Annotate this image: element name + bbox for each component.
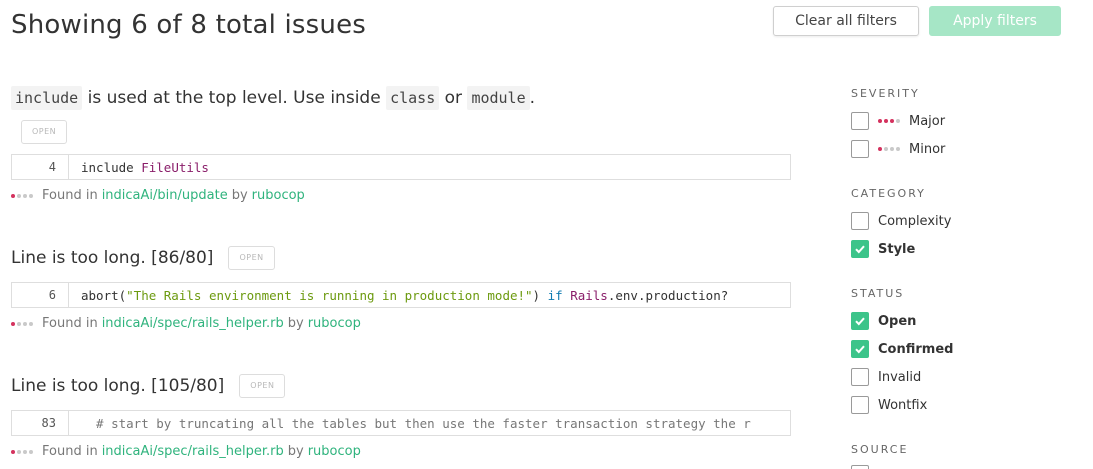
filter-severity-major[interactable]: Major [851,112,945,130]
file-path-link[interactable]: indicaAi/bin/update [102,188,228,203]
filter-status-confirmed[interactable]: Confirmed [851,340,953,358]
clear-all-filters-button[interactable]: Clear all filters [773,6,919,36]
filter-category-style[interactable]: Style [851,240,915,258]
status-badge: OPEN [228,246,275,270]
source-heading: SOURCE [851,443,909,456]
severity-dots-icon [11,321,35,326]
checkbox-checked-icon[interactable] [851,312,869,330]
checkbox-icon[interactable] [851,396,869,414]
apply-filters-button[interactable]: Apply filters [929,6,1061,36]
checkbox-icon[interactable] [851,465,869,469]
issue-item: Line is too long. [105/80] OPEN 83 # sta… [11,374,791,466]
severity-dots-icon [878,119,902,123]
line-number: 4 [12,155,69,179]
checkbox-icon[interactable] [851,368,869,386]
category-heading: CATEGORY [851,187,926,200]
issue-title[interactable]: Line is too long. [105/80] [11,375,224,397]
issue-title[interactable]: include is used at the top level. Use in… [11,86,791,110]
engine-link[interactable]: rubocop [308,444,361,459]
severity-heading: SEVERITY [851,87,920,100]
checkbox-checked-icon[interactable] [851,340,869,358]
checkbox-icon[interactable] [851,212,869,230]
line-number: 6 [12,283,69,307]
issue-location: Found in indicaAi/bin/update by rubocop [11,188,305,203]
code-snippet: 4 include FileUtils [11,154,791,180]
checkbox-checked-icon[interactable] [851,240,869,258]
code-line: include FileUtils [81,159,209,175]
filter-status-invalid[interactable]: Invalid [851,368,921,386]
severity-dots-icon [878,147,902,151]
status-heading: STATUS [851,287,905,300]
severity-dots-icon [11,449,35,454]
code-snippet: 83 # start by truncating all the tables … [11,410,791,436]
line-number: 83 [12,411,69,435]
page-title: Showing 6 of 8 total issues [11,10,367,40]
severity-dots-icon [11,193,35,198]
issue-item: include is used at the top level. Use in… [11,86,791,206]
engine-link[interactable]: rubocop [308,316,361,331]
code-line: # start by truncating all the tables but… [81,415,751,431]
file-path-link[interactable]: indicaAi/spec/rails_helper.rb [102,316,284,331]
issue-location: Found in indicaAi/spec/rails_helper.rb b… [11,444,361,459]
filter-status-open[interactable]: Open [851,312,916,330]
issue-location: Found in indicaAi/spec/rails_helper.rb b… [11,316,361,331]
status-badge: OPEN [239,374,286,398]
issue-title[interactable]: Line is too long. [86/80] [11,247,213,269]
code-snippet: 6 abort("The Rails environment is runnin… [11,282,791,308]
checkbox-icon[interactable] [851,140,869,158]
issue-item: Line is too long. [86/80] OPEN 6 abort("… [11,246,791,336]
checkbox-icon[interactable] [851,112,869,130]
status-badge: OPEN [21,119,68,144]
filter-severity-minor[interactable]: Minor [851,140,945,158]
engine-link[interactable]: rubocop [252,188,305,203]
code-line: abort("The Rails environment is running … [81,287,729,303]
filter-category-complexity[interactable]: Complexity [851,212,951,230]
file-path-link[interactable]: indicaAi/spec/rails_helper.rb [102,444,284,459]
filter-status-wontfix[interactable]: Wontfix [851,396,927,414]
